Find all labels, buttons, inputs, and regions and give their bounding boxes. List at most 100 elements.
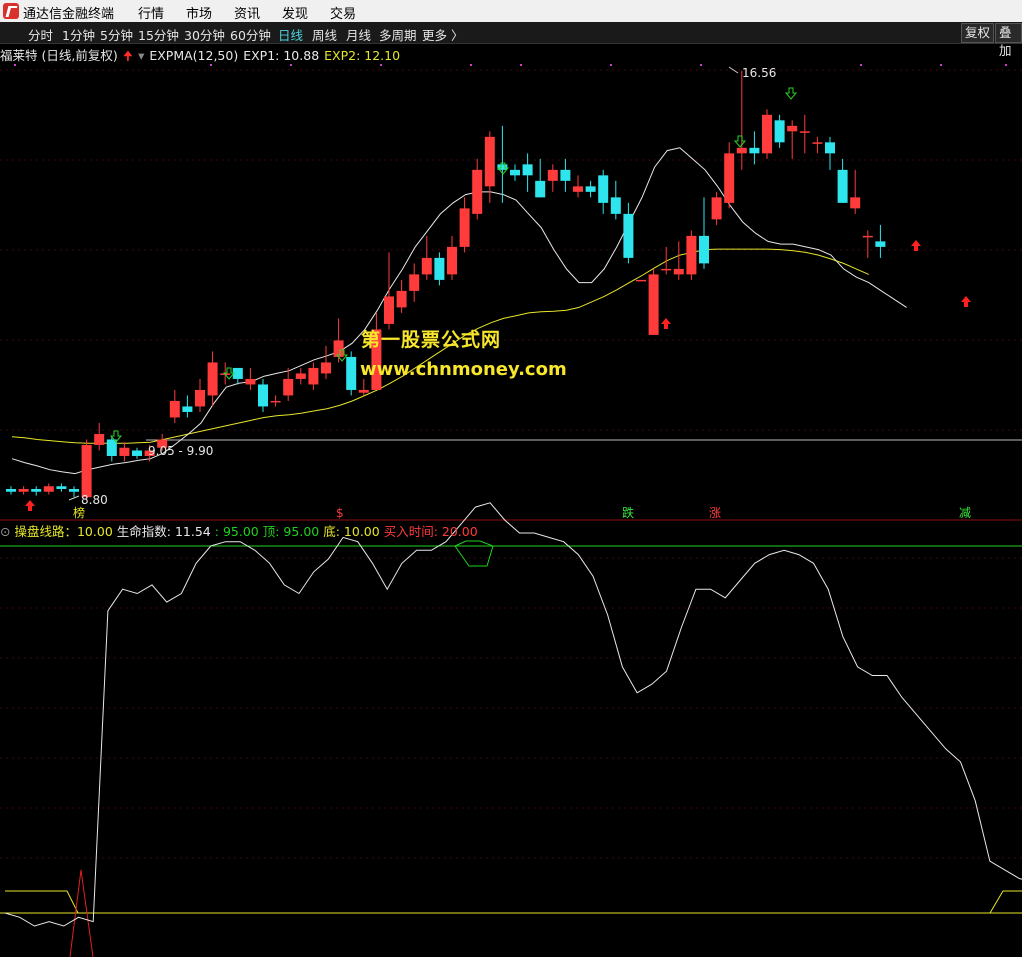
candle-body	[132, 450, 142, 456]
exp1-value: EXP1: 10.88	[243, 48, 320, 63]
marker-bang: 榜	[73, 505, 85, 520]
sell-arrow-icon	[733, 135, 747, 148]
event-dot	[470, 64, 472, 66]
candle-body	[295, 373, 306, 379]
high-price-label: 16.56	[742, 66, 776, 80]
marker-zhang: 涨	[709, 505, 721, 520]
candle-body	[396, 290, 407, 308]
event-dot	[520, 64, 522, 66]
indicator-name: EXPMA(12,50)	[149, 48, 239, 63]
candle-body	[673, 268, 684, 275]
kline-chart[interactable]: 16.56 8.80 9.05 - 9.90 榜 $ 跌 涨 减	[0, 0, 1022, 957]
candle-body	[762, 114, 772, 154]
candle-body	[837, 169, 848, 203]
candle-body	[573, 186, 583, 192]
candle-body	[535, 180, 546, 198]
event-dot	[210, 64, 212, 66]
candle-body	[232, 367, 243, 379]
candle-body	[774, 120, 785, 143]
buy-arrow-icon	[661, 318, 671, 329]
candle-body	[182, 406, 193, 412]
candle-body	[409, 274, 420, 291]
candle-body	[69, 488, 79, 492]
event-dot	[14, 64, 16, 66]
marker-die: 跌	[622, 505, 634, 520]
sub-info-line: ⊙ 操盘线路：10.00 生命指数: 11.54: 95.00 顶: 95.00 底: …	[0, 521, 482, 539]
candle-body	[333, 340, 344, 357]
watermark-url: www.chnmoney.com	[360, 359, 567, 380]
candle-body	[711, 197, 722, 220]
collapse-icon[interactable]: ⊙	[0, 524, 10, 539]
candle-body	[245, 378, 256, 385]
marker-jian: 减	[959, 506, 971, 520]
candle-body	[358, 389, 369, 393]
candle-body	[623, 213, 634, 258]
candle-body	[699, 235, 709, 264]
candle-body	[459, 208, 470, 247]
candle-body	[81, 444, 92, 498]
indicator-dropdown-icon[interactable]: ▾	[138, 48, 144, 63]
candle-body	[283, 378, 294, 396]
candle-body	[862, 235, 873, 238]
candle-body	[56, 486, 67, 489]
event-dot	[1005, 64, 1007, 66]
candle-body	[598, 175, 609, 203]
candle-body	[661, 268, 672, 271]
event-dot	[860, 64, 862, 66]
candle-body	[258, 384, 268, 407]
candle-body	[749, 147, 760, 154]
candle-body	[195, 389, 205, 407]
candle-body	[787, 125, 798, 132]
top-value: 顶: 95.00	[262, 524, 320, 539]
event-dot	[610, 64, 612, 66]
caopan-line-value: 操盘线路：10.00	[14, 524, 113, 539]
candle-body	[106, 439, 117, 456]
candle-body	[31, 488, 42, 492]
candle-body	[434, 257, 445, 280]
candle-body	[522, 164, 533, 176]
range-label: 9.05 - 9.90	[148, 444, 213, 458]
low-price-label: 8.80	[81, 493, 108, 507]
candle-body	[510, 169, 520, 176]
candle-body	[43, 486, 54, 492]
bottom-band-left	[5, 890, 79, 914]
candle-body	[875, 241, 886, 247]
candle-body	[472, 169, 483, 214]
candle-body	[547, 169, 558, 181]
watermark-title: 第一股票公式网	[361, 329, 502, 351]
candle-body	[736, 147, 747, 154]
candle-body	[169, 400, 180, 418]
candle-body	[799, 131, 810, 133]
candle-body	[825, 142, 835, 154]
v95-value: : 95.00	[214, 524, 259, 539]
buy-arrow-icon	[961, 296, 971, 307]
candle-body	[610, 197, 621, 214]
candle-body	[321, 362, 331, 374]
bottom-band-right	[989, 890, 1022, 914]
up-arrow-icon: 🠉	[122, 48, 134, 63]
event-dot	[700, 64, 702, 66]
candle-body	[6, 488, 16, 492]
candle-body	[421, 257, 432, 275]
life-index-line	[4, 502, 1022, 927]
candle-body	[207, 362, 218, 396]
candle-body	[18, 488, 29, 492]
candle-body	[384, 296, 394, 324]
high-pointer	[728, 66, 739, 74]
bottom-value: 底: 10.00	[323, 524, 380, 539]
candle-body	[724, 153, 735, 203]
main-info-line: 福莱特 (日线,前复权) 🠉 ▾ EXPMA(12,50) EXP1: 10.88 EXP…	[0, 45, 405, 63]
candle-body	[119, 447, 130, 456]
sell-arrow-icon	[784, 87, 798, 100]
candle-body	[648, 274, 659, 335]
candle-body	[585, 186, 596, 192]
life-index-value: 生命指数: 11.54	[116, 524, 211, 539]
event-dot	[940, 64, 942, 66]
exp2-value: EXP2: 12.10	[324, 48, 401, 63]
event-dot	[290, 64, 292, 66]
marker-dollar: $	[336, 506, 344, 520]
candle-body	[308, 367, 319, 385]
stock-name: 福莱特 (日线,前复权)	[0, 48, 118, 63]
candle-body	[484, 136, 495, 187]
candle-body	[447, 246, 457, 275]
